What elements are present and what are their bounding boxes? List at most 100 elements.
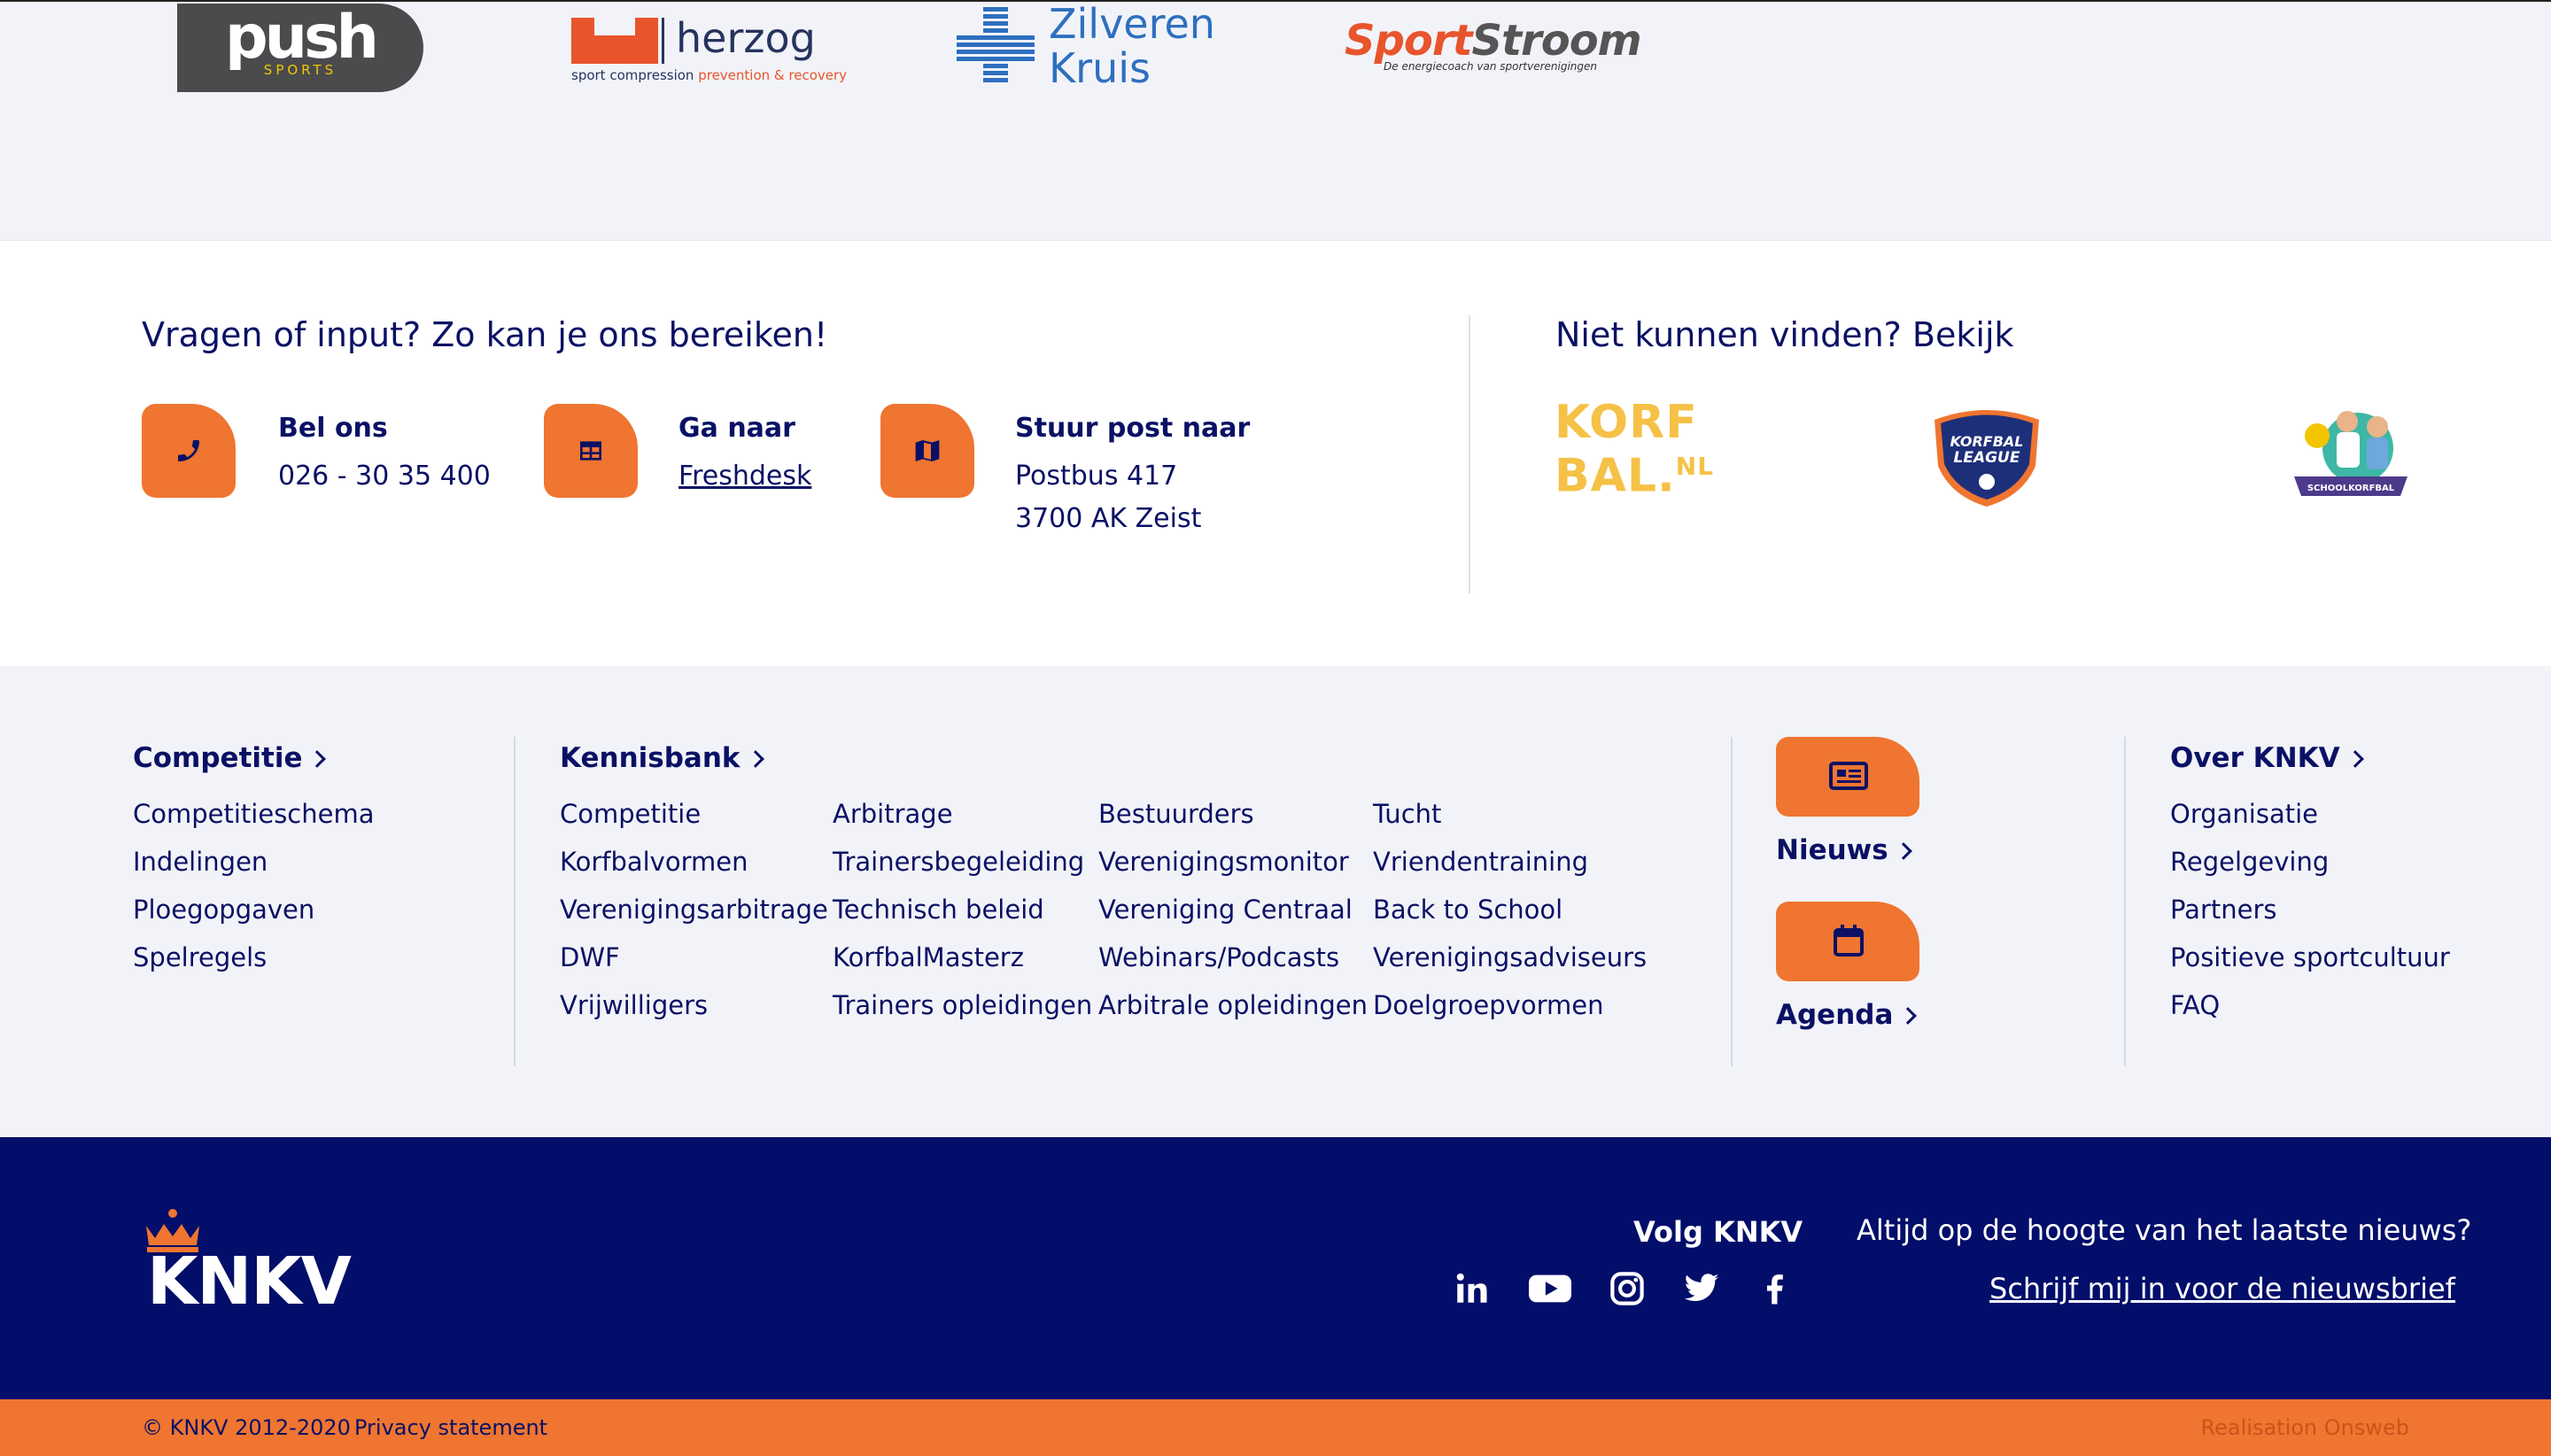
kennisbank-heading-link[interactable]: Kennisbank: [560, 742, 764, 774]
kennisbank-link[interactable]: Verenigingsmonitor: [1098, 847, 1349, 877]
over-link[interactable]: Positieve sportcultuur: [2170, 942, 2450, 972]
korfbal-logo-suffix: NL: [1675, 452, 1715, 481]
copyright-text: © KNKV 2012-2020: [142, 1415, 351, 1440]
kennisbank-link[interactable]: Verenigingsarbitrage: [560, 895, 828, 925]
herzog-logo[interactable]: herzog sport compression prevention & re…: [571, 14, 847, 85]
linkedin-icon[interactable]: [1453, 1270, 1490, 1307]
korfbal-nl-logo[interactable]: KORF BAL.NL: [1555, 396, 1715, 499]
chevron-right-icon: [746, 750, 764, 768]
competitie-link[interactable]: Indelingen: [133, 847, 268, 877]
over-link[interactable]: Regelgeving: [2170, 847, 2329, 877]
phone-title: Bel ons: [278, 413, 388, 444]
zilveren-kruis-logo[interactable]: Zilveren Kruis: [957, 2, 1215, 90]
kennisbank-link[interactable]: Trainers opleidingen: [833, 990, 1092, 1020]
korfbal-logo-line2: BAL.: [1555, 449, 1676, 503]
korfbal-logo-line1: KORF: [1555, 396, 1698, 449]
kennisbank-link[interactable]: Technisch beleid: [833, 895, 1044, 925]
kennisbank-link[interactable]: Vereniging Centraal: [1098, 895, 1353, 925]
chevron-right-icon: [1899, 1007, 1918, 1025]
kennisbank-link[interactable]: KorfbalMasterz: [833, 942, 1024, 972]
kennisbank-link[interactable]: Arbitrale opleidingen: [1098, 990, 1368, 1020]
agenda-button[interactable]: [1776, 902, 1919, 981]
site-footer: KNKV Volg KNKV Altijd op de hoogte van h…: [0, 1137, 2551, 1399]
nieuws-label: Nieuws: [1776, 834, 1888, 866]
schoolkorfbal-logo-text: SCHOOLKORFBAL: [2307, 484, 2395, 493]
footer-navigation: Competitie Competitieschema Indelingen P…: [0, 666, 2551, 1137]
herzog-divider: [662, 18, 664, 64]
competitie-link[interactable]: Competitieschema: [133, 799, 374, 829]
newsletter-prompt: Altijd op de hoogte van het laatste nieu…: [1857, 1213, 2472, 1247]
kennisbank-link[interactable]: Tucht: [1373, 799, 1441, 829]
find-heading: Niet kunnen vinden? Bekijk: [1555, 315, 2014, 354]
over-knkv-heading: Over KNKV: [2170, 742, 2340, 774]
bottom-bar: © KNKV 2012-2020 Privacy statement Reali…: [0, 1399, 2551, 1456]
map-icon-box: [880, 404, 974, 498]
kennisbank-link[interactable]: Trainersbegeleiding: [833, 847, 1084, 877]
kennisbank-link[interactable]: Competitie: [560, 799, 701, 829]
over-link[interactable]: Partners: [2170, 895, 2277, 925]
nieuws-link[interactable]: Nieuws: [1776, 834, 1912, 866]
volg-knkv-label: Volg KNKV: [1633, 1215, 1803, 1249]
competitie-heading-link[interactable]: Competitie: [133, 742, 327, 774]
post-line1: Postbus 417: [1015, 461, 1178, 492]
window-icon-box: [544, 404, 638, 498]
chevron-right-icon: [1894, 842, 1912, 860]
kennisbank-link[interactable]: Arbitrage: [833, 799, 953, 829]
newspaper-icon: [1829, 762, 1868, 790]
phone-number[interactable]: 026 - 30 35 400: [278, 461, 491, 492]
kennisbank-link[interactable]: Verenigingsadviseurs: [1373, 942, 1647, 972]
newsletter-signup-link[interactable]: Schrijf mij in voor de nieuwsbrief: [1989, 1272, 2455, 1305]
sponsor-strip: push SPORTS herzog sport compression pre…: [0, 0, 2551, 240]
herzog-h-mark: [571, 18, 658, 64]
twitter-icon[interactable]: [1683, 1270, 1720, 1307]
sportstroom-name-a: Sport: [1345, 16, 1473, 66]
competitie-link[interactable]: Spelregels: [133, 942, 267, 972]
post-line2: 3700 AK Zeist: [1015, 503, 1202, 534]
herzog-tagline: sport compression prevention & recovery: [571, 67, 847, 83]
push-sports-logo[interactable]: push SPORTS: [177, 4, 423, 92]
phone-icon: [178, 440, 199, 461]
freshdesk-link[interactable]: Freshdesk: [678, 461, 811, 492]
herzog-tagline-b: prevention & recovery: [698, 67, 848, 83]
kennisbank-link[interactable]: Korfbalvormen: [560, 847, 748, 877]
competitie-heading: Competitie: [133, 742, 303, 774]
agenda-label: Agenda: [1776, 999, 1894, 1031]
zilveren-line2: Kruis: [1049, 44, 1151, 92]
youtube-icon[interactable]: [1529, 1270, 1571, 1307]
kennisbank-link[interactable]: Vriendentraining: [1373, 847, 1588, 877]
contact-divider: [1469, 315, 1470, 593]
freshdesk-title: Ga naar: [678, 413, 795, 444]
privacy-statement-link[interactable]: Privacy statement: [354, 1415, 547, 1440]
kennisbank-link[interactable]: Vrijwilligers: [560, 990, 708, 1020]
korfbal-logo-line2-wrap: BAL.NL: [1555, 445, 1715, 499]
knkv-logo[interactable]: KNKV: [142, 1208, 352, 1314]
kennisbank-link[interactable]: Bestuurders: [1098, 799, 1254, 829]
korfbal-league-logo[interactable]: KORFBAL LEAGUE: [1926, 404, 2048, 508]
facebook-icon[interactable]: [1756, 1270, 1793, 1307]
zilveren-kruis-cross-icon: [957, 7, 1035, 82]
nav-divider: [514, 737, 516, 1066]
instagram-icon[interactable]: [1609, 1270, 1646, 1307]
sportstroom-name: SportStroom: [1345, 16, 1642, 66]
schoolkorfbal-logo[interactable]: SCHOOLKORFBAL: [2292, 402, 2409, 507]
map-icon: [915, 440, 940, 461]
league-logo-line2: LEAGUE: [1954, 449, 2020, 467]
sportstroom-logo[interactable]: SportStroom De energiecoach van sportver…: [1345, 16, 1642, 78]
contact-section: Vragen of input? Zo kan je ons bereiken!…: [0, 240, 2551, 666]
agenda-link[interactable]: Agenda: [1776, 999, 1918, 1031]
kennisbank-link[interactable]: Back to School: [1373, 895, 1562, 925]
realisation-credit-link[interactable]: Realisation Onsweb: [2201, 1415, 2409, 1440]
kennisbank-link[interactable]: DWF: [560, 942, 620, 972]
over-link[interactable]: FAQ: [2170, 990, 2220, 1020]
kennisbank-link[interactable]: Webinars/Podcasts: [1098, 942, 1339, 972]
phone-icon-box: [142, 404, 236, 498]
over-link[interactable]: Organisatie: [2170, 799, 2318, 829]
over-knkv-heading-link[interactable]: Over KNKV: [2170, 742, 2364, 774]
nav-divider: [2124, 737, 2126, 1066]
herzog-logo-text: herzog: [676, 14, 816, 62]
competitie-link[interactable]: Ploegopgaven: [133, 895, 314, 925]
window-icon: [580, 441, 601, 461]
kennisbank-link[interactable]: Doelgroepvormen: [1373, 990, 1603, 1020]
nieuws-button[interactable]: [1776, 737, 1919, 817]
herzog-tagline-a: sport compression: [571, 67, 694, 83]
